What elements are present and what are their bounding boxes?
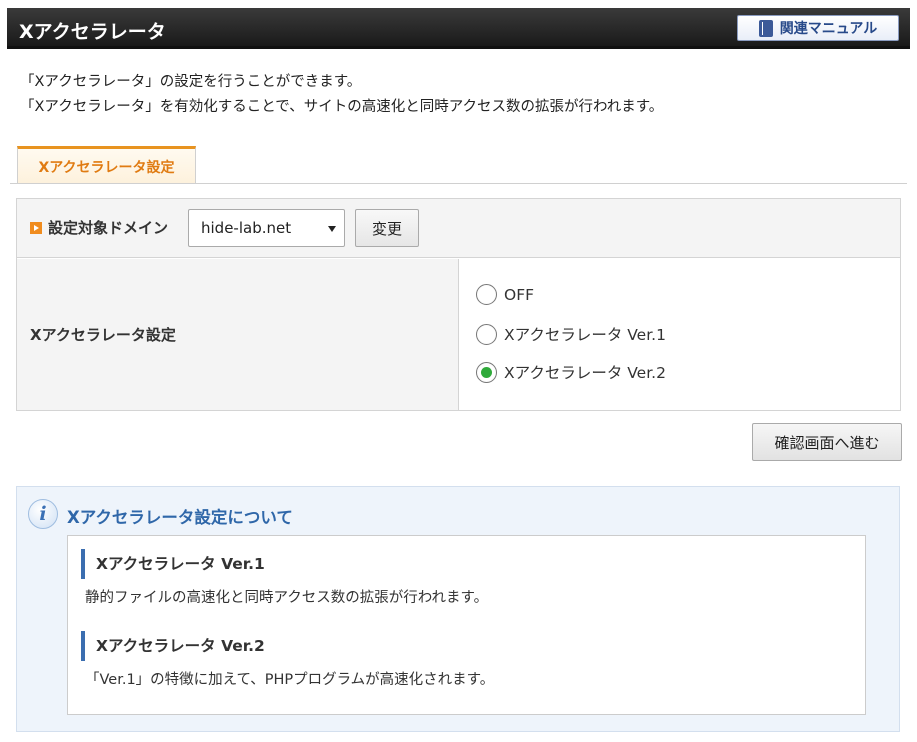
info-panel: i Xアクセラレータ設定について Xアクセラレータ Ver.1 静的ファイルの高… — [16, 486, 900, 732]
confirm-button[interactable]: 確認画面へ進む — [752, 423, 902, 461]
ver1-description: 静的ファイルの高速化と同時アクセス数の拡張が行われます。 — [85, 590, 489, 606]
info-icon: i — [28, 499, 58, 529]
intro-line-2: 「Xアクセラレータ」を有効化することで、サイトの高速化と同時アクセス数の拡張が行… — [20, 99, 664, 115]
radio-label-ver1: Xアクセラレータ Ver.1 — [504, 326, 666, 344]
ver2-description: 「Ver.1」の特徴に加えて、PHPプログラムが高速化されます。 — [85, 672, 495, 688]
radio-label-ver2: Xアクセラレータ Ver.2 — [504, 364, 666, 382]
change-button[interactable]: 変更 — [355, 209, 419, 247]
setting-label: Xアクセラレータ設定 — [30, 326, 176, 344]
tab-divider — [10, 183, 907, 184]
radio-option-ver2[interactable]: Xアクセラレータ Ver.2 — [476, 361, 666, 383]
radio-ver1[interactable] — [476, 323, 497, 345]
info-title: Xアクセラレータ設定について — [67, 508, 293, 527]
domain-select[interactable]: hide-lab.net — [188, 209, 345, 247]
page-title: Xアクセラレータ — [19, 21, 166, 43]
radio-option-ver1[interactable]: Xアクセラレータ Ver.1 — [476, 323, 666, 345]
dropdown-arrow-icon — [328, 226, 336, 232]
ver2-heading: Xアクセラレータ Ver.2 — [81, 631, 265, 661]
radio-label-off: OFF — [504, 285, 535, 304]
related-manual-button[interactable]: 関連マニュアル — [737, 15, 899, 41]
page-header: Xアクセラレータ 関連マニュアル — [7, 8, 910, 49]
setting-label-cell: Xアクセラレータ設定 — [17, 259, 459, 410]
intro-line-1: 「Xアクセラレータ」の設定を行うことができます。 — [20, 74, 362, 90]
intro-text: 「Xアクセラレータ」の設定を行うことができます。 「Xアクセラレータ」を有効化す… — [20, 70, 663, 120]
settings-panel: 設定対象ドメイン hide-lab.net 変更 Xアクセラレータ設定 OFF … — [16, 198, 901, 411]
info-box: Xアクセラレータ Ver.1 静的ファイルの高速化と同時アクセス数の拡張が行われ… — [67, 535, 866, 715]
book-icon — [758, 19, 773, 37]
tab-accelerator-settings[interactable]: Xアクセラレータ設定 — [17, 146, 196, 184]
related-manual-label: 関連マニュアル — [779, 21, 878, 37]
radio-option-off[interactable]: OFF — [476, 284, 534, 305]
radio-ver2[interactable] — [476, 361, 497, 383]
domain-select-value: hide-lab.net — [201, 219, 292, 237]
arrow-right-icon — [30, 222, 42, 234]
domain-label: 設定対象ドメイン — [48, 219, 169, 237]
ver1-heading: Xアクセラレータ Ver.1 — [81, 549, 265, 579]
radio-off[interactable] — [476, 284, 497, 305]
domain-row: 設定対象ドメイン hide-lab.net 変更 — [17, 199, 900, 258]
